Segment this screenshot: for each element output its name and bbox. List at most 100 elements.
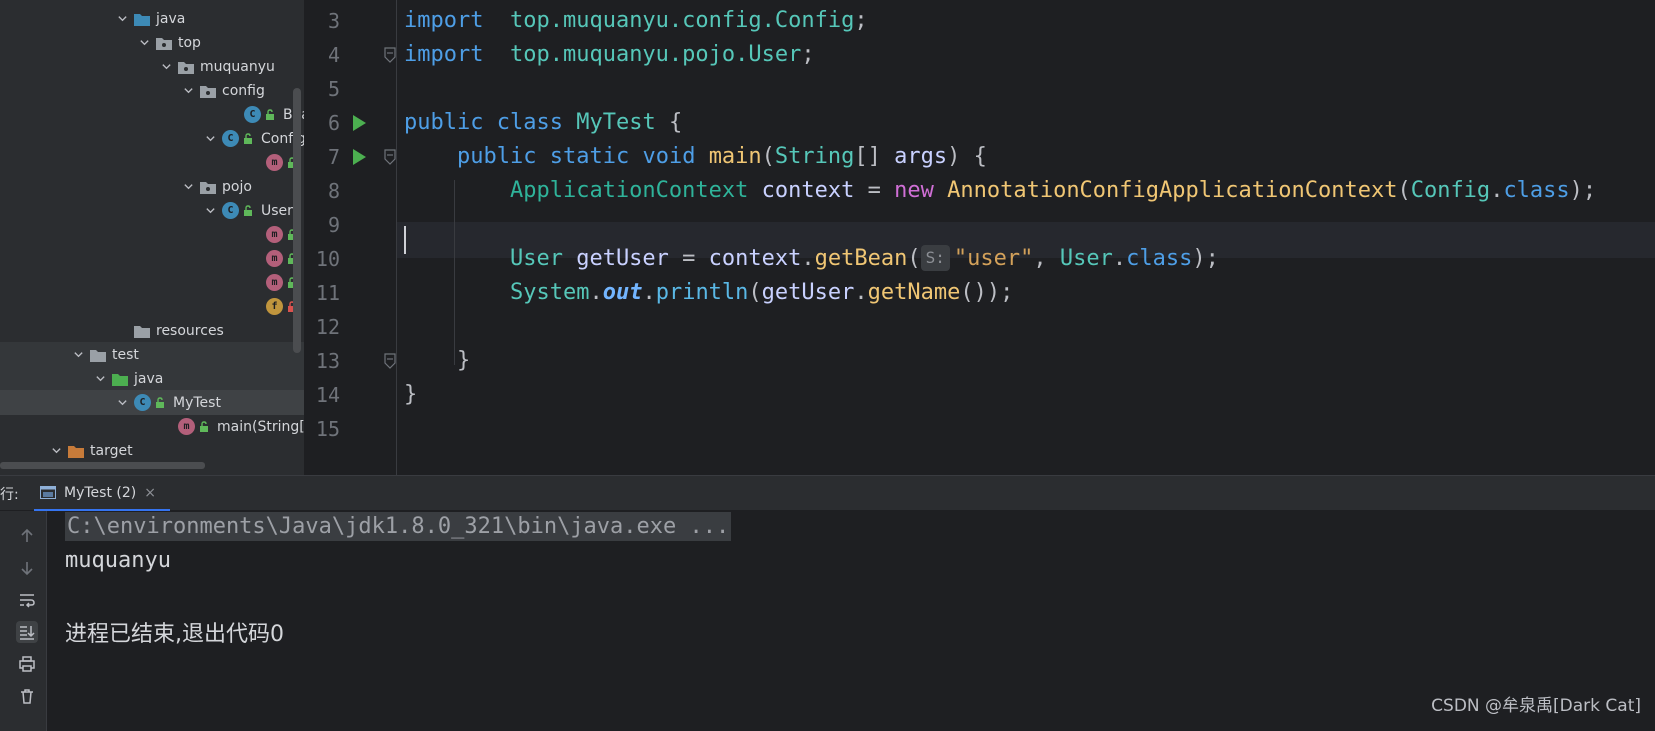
run-tab-mytest[interactable]: MyTest (2) × (34, 476, 170, 511)
line-number: 7 (327, 145, 340, 169)
class-icon: C (222, 202, 239, 219)
print-icon[interactable] (16, 653, 38, 675)
method-icon: m (178, 418, 195, 435)
chevron-down-icon[interactable] (116, 397, 128, 409)
chevron-down-icon[interactable] (160, 61, 172, 73)
scroll-to-end-icon[interactable] (16, 621, 38, 643)
package-icon (200, 84, 216, 98)
code-line[interactable]: import top.muquanyu.config.Config; (404, 3, 868, 39)
tree-item-label: main(String[]):voi (217, 418, 304, 435)
line-number: 15 (315, 417, 340, 441)
code-line[interactable]: public static void main(String[] args) { (404, 139, 987, 175)
chevron-down-icon[interactable] (182, 181, 194, 193)
tree-item-mytest[interactable]: C MyTest (0, 390, 304, 415)
console-output-line: muquanyu (65, 548, 171, 573)
console-exit-message: 进程已结束,退出代码0 (65, 622, 284, 647)
fold-icon[interactable] (383, 353, 397, 369)
excluded-folder-icon (68, 444, 84, 458)
tree-item-label: java (134, 370, 164, 387)
fold-icon[interactable] (383, 149, 397, 165)
tree-item-label: config (222, 82, 265, 99)
folder-icon (90, 348, 106, 362)
run-tab-label: MyTest (2) (64, 484, 137, 501)
close-icon[interactable]: × (144, 485, 156, 501)
line-number: 5 (327, 77, 340, 101)
run-tool-window: 行: MyTest (2) × C:\environments\Java\jdk… (0, 475, 1655, 731)
chevron-down-icon[interactable] (204, 205, 216, 217)
tree-item-pojo[interactable]: pojo (0, 174, 304, 199)
source-folder-icon (134, 12, 150, 26)
code-line[interactable]: import top.muquanyu.pojo.User; (404, 37, 815, 73)
tree-item-user[interactable]: C User (0, 198, 304, 223)
tree-item-name-s[interactable]: fname:S (0, 294, 304, 319)
line-number: 11 (315, 281, 340, 305)
method-icon: m (266, 250, 283, 267)
package-icon (200, 180, 216, 194)
project-tree-panel: java top muquanyu config CBeansCConfigmgetUs… (0, 0, 304, 475)
text-caret (404, 226, 406, 254)
line-number: 8 (327, 179, 340, 203)
code-line[interactable]: User getUser = context.getBean(S: "user",… (404, 241, 1219, 277)
fold-icon[interactable] (383, 47, 397, 63)
tree-item-label: MyTest (173, 394, 221, 411)
code-line[interactable]: } (404, 343, 470, 379)
tree-item-beans[interactable]: CBeans (0, 102, 304, 127)
tree-vertical-scrollbar[interactable] (293, 88, 301, 353)
tree-item-java[interactable]: java (0, 366, 304, 391)
chevron-down-icon[interactable] (116, 13, 128, 25)
tree-item-label: User (261, 202, 293, 219)
tree-item-muquanyu[interactable]: muquanyu (0, 54, 304, 79)
tree-item-getuser[interactable]: mgetUser (0, 150, 304, 175)
code-line[interactable]: System.out.println(getUser.getName()); (404, 275, 1013, 311)
field-icon: f (266, 298, 283, 315)
console-command-line: C:\environments\Java\jdk1.8.0_321\bin\ja… (65, 512, 732, 541)
tree-item-main-string-voi[interactable]: m main(String[]):voi (0, 414, 304, 439)
chevron-down-icon[interactable] (204, 133, 216, 145)
tree-horizontal-scrollbar[interactable] (0, 462, 205, 469)
tree-item-setnam[interactable]: msetNam (0, 246, 304, 271)
tree-item-label: pojo (222, 178, 252, 195)
run-gutter-icon[interactable] (351, 148, 367, 166)
tree-item-java[interactable]: java (0, 6, 304, 31)
tree-item-config[interactable]: config (0, 78, 304, 103)
chevron-down-icon[interactable] (50, 445, 62, 457)
chevron-down-icon[interactable] (94, 373, 106, 385)
code-line[interactable]: public class MyTest { (404, 105, 682, 141)
watermark: CSDN @牟泉禹[Dark Cat] (1431, 696, 1641, 716)
tree-item-resources[interactable]: resources (0, 318, 304, 343)
run-tab-bar: 行: MyTest (2) × (0, 476, 1655, 511)
package-icon (178, 60, 194, 74)
chevron-down-icon[interactable] (138, 37, 150, 49)
run-toolbar (0, 511, 47, 731)
tree-item-top[interactable]: top (0, 30, 304, 55)
tree-item-tostring[interactable]: mtoString (0, 270, 304, 295)
code-line[interactable]: } (404, 377, 417, 413)
line-number: 12 (315, 315, 340, 339)
soft-wrap-icon[interactable] (16, 589, 38, 611)
tree-item-label: resources (156, 322, 224, 339)
line-number: 3 (327, 9, 340, 33)
class-icon: C (134, 394, 151, 411)
tree-item-target[interactable]: target (0, 438, 304, 463)
resources-folder-icon (134, 324, 150, 338)
line-number: 6 (327, 111, 340, 135)
tree-item-label: muquanyu (200, 58, 275, 75)
run-gutter-icon[interactable] (351, 114, 367, 132)
public-lock-icon (153, 396, 167, 410)
code-line[interactable]: ApplicationContext context = new Annotat… (404, 173, 1596, 209)
tree-item-getnam[interactable]: mgetNam (0, 222, 304, 247)
arrow-down-icon[interactable] (16, 557, 38, 579)
chevron-down-icon[interactable] (182, 85, 194, 97)
line-number: 4 (327, 43, 340, 67)
chevron-down-icon[interactable] (72, 349, 84, 361)
tree-item-label: java (156, 10, 186, 27)
arrow-up-icon[interactable] (16, 525, 38, 547)
code-editor[interactable]: 3 4 5 6 7 8 9 10 11 12 13 14 15 import top.muquanyu.… (304, 0, 1655, 475)
editor-gutter: 3 4 5 6 7 8 9 10 11 12 13 14 15 (304, 0, 397, 475)
package-icon (156, 36, 172, 50)
line-number: 9 (327, 213, 340, 237)
tree-item-test[interactable]: test (0, 342, 304, 367)
method-icon: m (266, 274, 283, 291)
trash-icon[interactable] (16, 685, 38, 707)
tree-item-config[interactable]: C Config (0, 126, 304, 151)
